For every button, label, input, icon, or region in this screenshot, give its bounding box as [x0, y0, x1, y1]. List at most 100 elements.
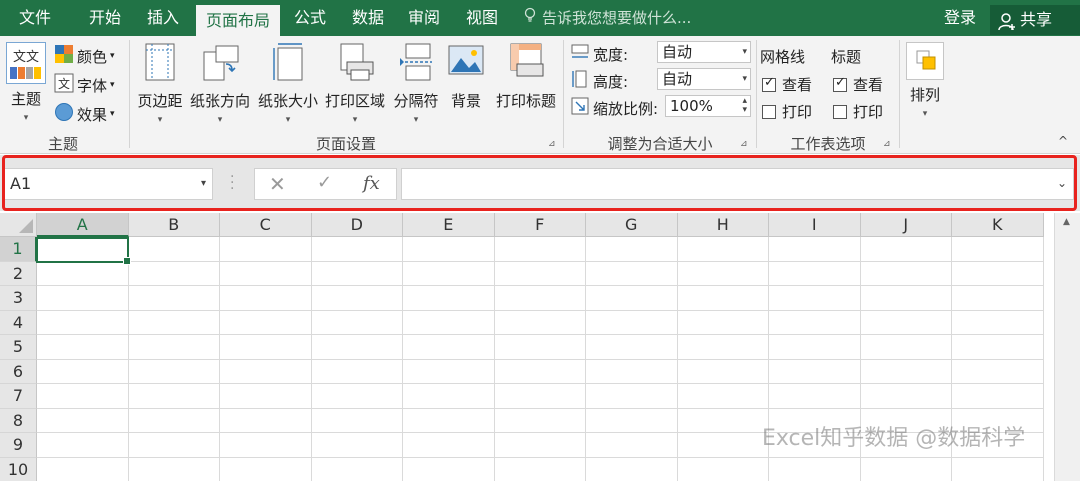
- tab-page-layout[interactable]: 页面布局: [196, 5, 280, 36]
- grid-cell[interactable]: [494, 261, 586, 286]
- grid-cell[interactable]: [677, 237, 769, 262]
- theme-colors-button[interactable]: 颜色 ▾: [54, 44, 115, 68]
- headings-view-checkbox[interactable]: 查看: [833, 74, 883, 95]
- grid-cell[interactable]: [220, 237, 312, 262]
- grid-cell[interactable]: [311, 359, 403, 384]
- grid-cell[interactable]: [677, 359, 769, 384]
- column-header[interactable]: F: [494, 213, 586, 237]
- print-titles-button[interactable]: 打印标题: [492, 42, 560, 111]
- grid-cell[interactable]: [494, 408, 586, 433]
- grid-cell[interactable]: [769, 457, 861, 481]
- grid-cell[interactable]: [311, 286, 403, 311]
- grid-cell[interactable]: [586, 384, 678, 409]
- grid-cell[interactable]: [37, 408, 129, 433]
- theme-fonts-button[interactable]: 文 字体 ▾: [54, 73, 115, 97]
- grid-cell[interactable]: [586, 433, 678, 458]
- grid-cell[interactable]: [128, 433, 220, 458]
- gridlines-print-checkbox[interactable]: 打印: [762, 101, 812, 122]
- grid-cell[interactable]: [403, 384, 495, 409]
- grid-cell[interactable]: [952, 457, 1044, 481]
- grid-cell[interactable]: [311, 408, 403, 433]
- vertical-scrollbar[interactable]: ▲: [1054, 213, 1080, 481]
- grid-cell[interactable]: [677, 433, 769, 458]
- select-all-button[interactable]: [0, 213, 37, 237]
- grid-cell[interactable]: [586, 408, 678, 433]
- column-header[interactable]: H: [677, 213, 769, 237]
- grid-cell[interactable]: [678, 457, 769, 481]
- grid-cell[interactable]: [220, 335, 312, 360]
- grid-cell[interactable]: [860, 384, 952, 409]
- grid-cell[interactable]: [860, 237, 952, 262]
- row-header[interactable]: 10: [0, 457, 37, 481]
- grid-cell[interactable]: [403, 359, 495, 384]
- row-header[interactable]: 9: [0, 433, 37, 458]
- dialog-launcher-icon[interactable]: ⊿: [548, 139, 556, 149]
- grid-cell[interactable]: [403, 335, 495, 360]
- margins-button[interactable]: 页边距 ▾: [134, 42, 186, 125]
- column-header[interactable]: B: [128, 213, 220, 237]
- grid-cell[interactable]: [586, 310, 678, 335]
- tab-insert[interactable]: 插入: [134, 0, 192, 36]
- grid-cell[interactable]: [494, 335, 586, 360]
- grid-cell[interactable]: [311, 237, 403, 262]
- grid-cell[interactable]: [769, 359, 861, 384]
- grid-cell[interactable]: [220, 384, 312, 409]
- row-header[interactable]: 6: [0, 359, 37, 384]
- grid-cell[interactable]: [220, 408, 312, 433]
- grid-cell[interactable]: [952, 359, 1044, 384]
- breaks-button[interactable]: 分隔符 ▾: [390, 42, 442, 125]
- grid-cell[interactable]: [403, 408, 495, 433]
- background-button[interactable]: 背景: [445, 42, 487, 111]
- grid-cell[interactable]: [220, 310, 312, 335]
- grid-cell[interactable]: [220, 286, 312, 311]
- grid-cell[interactable]: [220, 457, 312, 481]
- print-area-button[interactable]: 打印区域 ▾: [322, 42, 388, 125]
- share-button[interactable]: 共享: [990, 5, 1080, 35]
- grid-cell[interactable]: [952, 286, 1044, 311]
- grid-cell[interactable]: [37, 457, 129, 481]
- column-header[interactable]: J: [860, 213, 952, 237]
- grid-cell[interactable]: [403, 310, 495, 335]
- grid-cell[interactable]: [312, 457, 403, 481]
- grid-cell[interactable]: [220, 433, 312, 458]
- grid-cell[interactable]: [403, 457, 495, 481]
- page-size-button[interactable]: 纸张大小 ▾: [255, 42, 321, 125]
- grid-cell[interactable]: [37, 433, 129, 458]
- row-header[interactable]: 4: [0, 310, 37, 335]
- scroll-up-icon[interactable]: ▲: [1063, 217, 1070, 227]
- grid-cell[interactable]: [769, 335, 861, 360]
- row-header[interactable]: 3: [0, 286, 37, 311]
- grid-cell[interactable]: [586, 359, 678, 384]
- dialog-launcher-icon[interactable]: ⊿: [883, 139, 891, 149]
- scale-spinner[interactable]: 100% ▴ ▾: [665, 95, 751, 117]
- grid-cell[interactable]: [128, 335, 220, 360]
- grid-cell[interactable]: [311, 433, 403, 458]
- grid-cell[interactable]: [403, 261, 495, 286]
- grid-cell[interactable]: [494, 433, 586, 458]
- grid-cell[interactable]: [128, 237, 220, 262]
- grid-cell[interactable]: [952, 384, 1044, 409]
- grid-cell[interactable]: [769, 384, 861, 409]
- grid-cell[interactable]: [494, 384, 586, 409]
- column-header[interactable]: I: [769, 213, 861, 237]
- grid-cell[interactable]: [494, 359, 586, 384]
- grid-cell[interactable]: [311, 335, 403, 360]
- tab-data[interactable]: 数据: [340, 0, 396, 36]
- grid-cell[interactable]: [952, 310, 1044, 335]
- grid-cell[interactable]: [860, 310, 952, 335]
- height-select[interactable]: 自动 ▾: [657, 68, 751, 90]
- column-header[interactable]: D: [311, 213, 403, 237]
- collapse-ribbon-icon[interactable]: ^: [1058, 134, 1068, 148]
- grid-cell[interactable]: [861, 457, 952, 481]
- grid-cell[interactable]: [128, 384, 220, 409]
- grid-cell[interactable]: [311, 261, 403, 286]
- gridlines-view-checkbox[interactable]: 查看: [762, 74, 812, 95]
- grid-cell[interactable]: [586, 237, 678, 262]
- grid-cell[interactable]: [128, 261, 220, 286]
- grid-cell[interactable]: [860, 261, 952, 286]
- column-header[interactable]: A: [37, 213, 129, 237]
- grid-cell[interactable]: [860, 335, 952, 360]
- grid-cell[interactable]: [494, 286, 586, 311]
- grid-cell[interactable]: [128, 359, 220, 384]
- dialog-launcher-icon[interactable]: ⊿: [740, 139, 748, 149]
